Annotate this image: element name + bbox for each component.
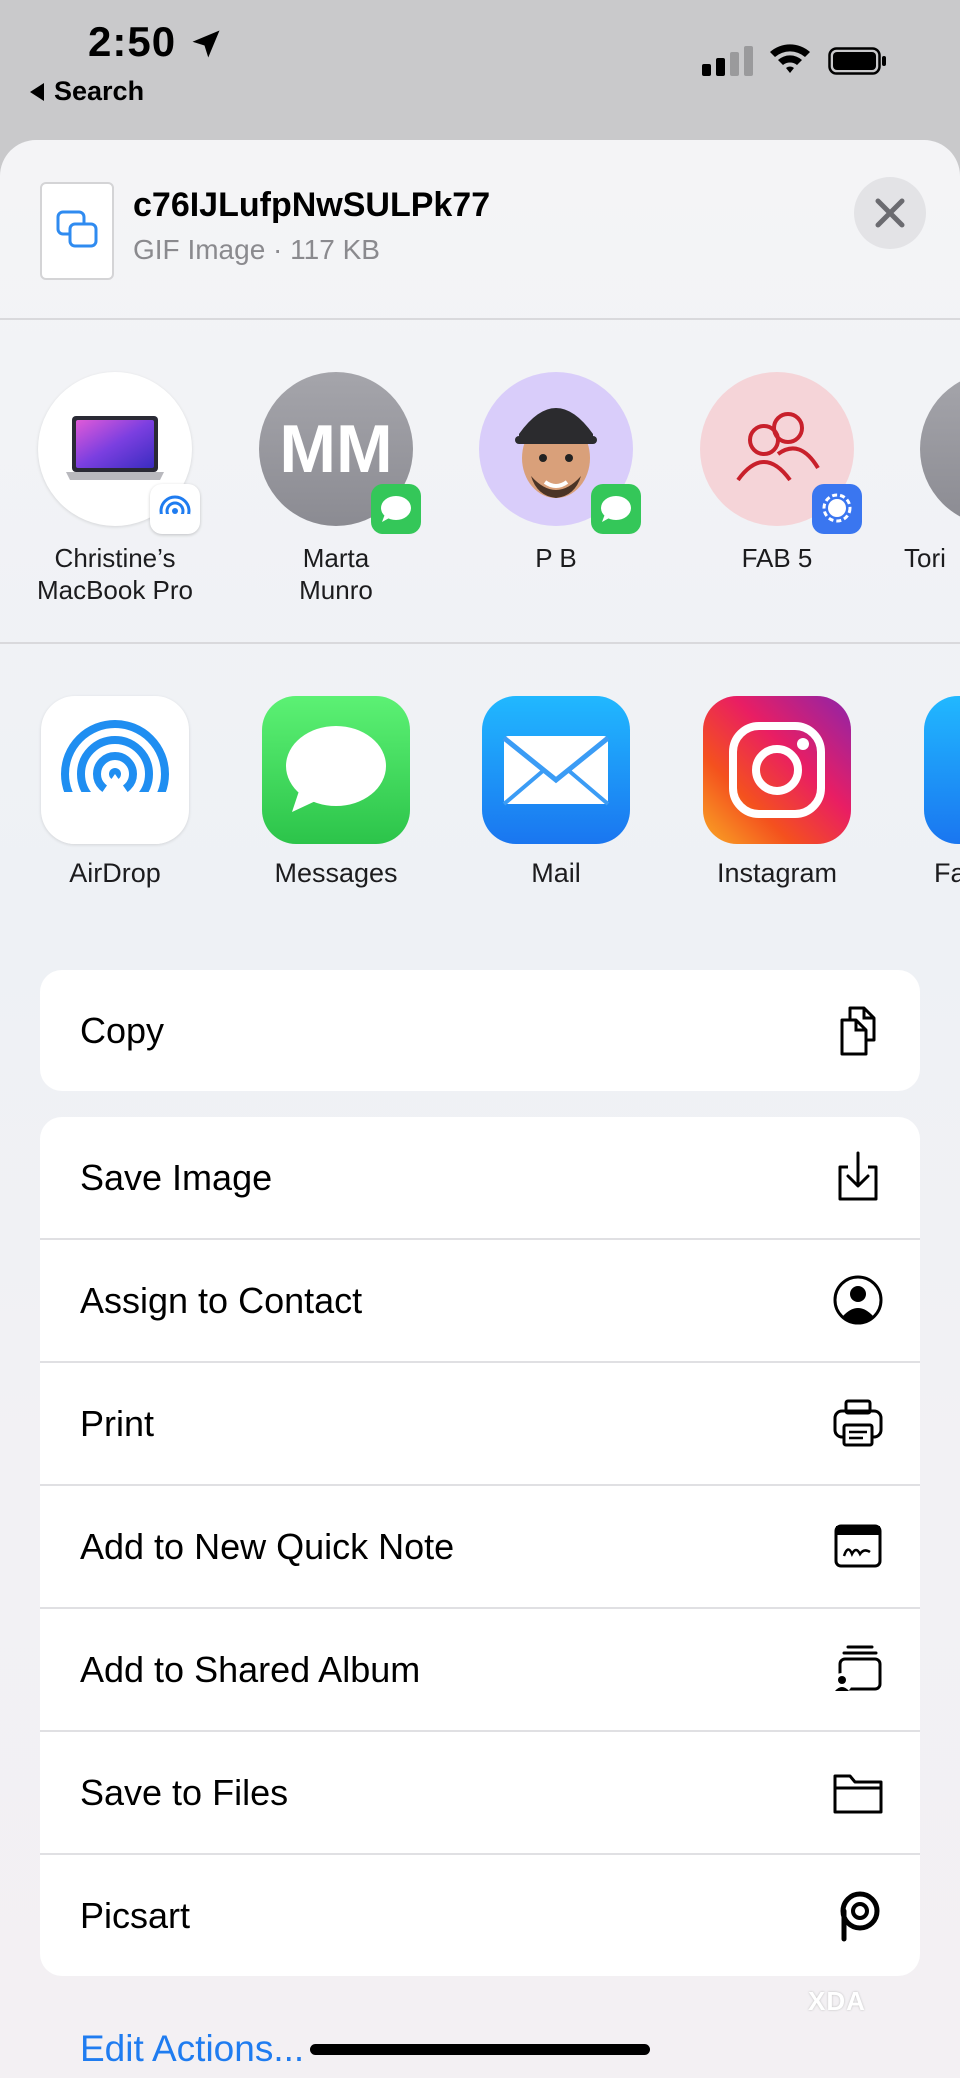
action-save-image[interactable]: Save Image (40, 1117, 920, 1240)
person-name: Tori (904, 543, 946, 573)
back-label: Search (54, 76, 145, 106)
copy-group: Copy (40, 970, 920, 1091)
app-partial[interactable]: Fa (888, 696, 960, 889)
file-name: c76IJLufpNwSULPk77 (133, 186, 491, 224)
share-sheet: c76IJLufpNwSULPk77 GIF Image · 117 KB Ch… (0, 140, 960, 2078)
marta-avatar: MM (259, 372, 421, 534)
file-thumbnail (40, 182, 114, 280)
person-name: P B (535, 543, 577, 573)
save-image-icon (838, 1151, 878, 1201)
action-copy[interactable]: Copy (40, 970, 920, 1091)
action-label: Add to New Quick Note (80, 1526, 455, 1567)
action-picsart[interactable]: Picsart (40, 1855, 920, 1976)
mail-icon (482, 696, 630, 844)
person-fab-5[interactable]: FAB 5 (667, 372, 887, 574)
action-save-to-files[interactable]: Save to Files (40, 1732, 920, 1855)
person-name: Christine’s MacBook Pro (36, 543, 194, 605)
person-marta-munro[interactable]: MM Marta Munro (226, 372, 446, 606)
location-arrow-icon (192, 30, 220, 58)
action-label: Picsart (80, 1895, 191, 1936)
gif-copies-icon (56, 210, 98, 248)
app-instagram[interactable]: Instagram (667, 696, 887, 889)
action-assign-to-contact[interactable]: Assign to Contact (40, 1240, 920, 1363)
action-label: Assign to Contact (80, 1280, 363, 1321)
app-label: Fa (934, 858, 960, 888)
macbook-avatar (38, 372, 200, 534)
tori-avatar (920, 372, 960, 526)
app-label: Instagram (716, 858, 838, 888)
action-label: Print (80, 1403, 155, 1444)
close-icon (875, 198, 905, 228)
app-label: Mail (531, 858, 581, 888)
home-indicator[interactable] (310, 2044, 650, 2055)
action-label: Add to Shared Album (80, 1649, 421, 1690)
app-airdrop[interactable]: AirDrop (5, 696, 225, 889)
app-label: Messages (274, 858, 398, 888)
clock: 2:50 (88, 18, 177, 65)
header-divider (0, 318, 960, 320)
printer-icon (833, 1399, 883, 1447)
cellular-signal-icon (702, 46, 753, 76)
instagram-icon (703, 696, 851, 844)
contact-icon (833, 1275, 883, 1325)
shared-album-icon (832, 1645, 882, 1693)
messages-badge-icon (371, 484, 421, 534)
back-triangle-icon (30, 82, 44, 101)
status-bar: 2:50 Search (0, 0, 960, 140)
airdrop-badge-icon (150, 484, 200, 534)
app-messages[interactable]: Messages (226, 696, 446, 889)
group-avatar (700, 372, 862, 534)
action-label: Save to Files (80, 1772, 289, 1813)
app-label: AirDrop (69, 858, 161, 888)
app-mail[interactable]: Mail (446, 696, 666, 889)
back-to-search-button[interactable]: Search (30, 76, 144, 107)
battery-icon (828, 47, 886, 75)
memoji-avatar (479, 372, 641, 534)
file-header: c76IJLufpNwSULPk77 GIF Image · 117 KB (0, 140, 960, 318)
edit-actions-link[interactable]: Edit Actions... (80, 2028, 304, 2070)
person-name: Marta Munro (299, 543, 373, 605)
signal-badge-icon (812, 484, 862, 534)
action-label: Save Image (80, 1157, 273, 1198)
file-meta: GIF Image · 117 KB (133, 234, 380, 265)
people-row: Christine’s MacBook Pro MM Marta Munro P… (0, 372, 960, 632)
close-button[interactable] (854, 177, 926, 249)
folder-icon (833, 1774, 883, 1814)
watermark-logo: XDA (808, 1986, 866, 2016)
people-divider (0, 642, 960, 644)
person-tori[interactable]: Tori (888, 372, 960, 574)
actions-group: Save Image Assign to Contact Print Add t… (40, 1117, 920, 1976)
quick-note-icon (834, 1524, 882, 1568)
messages-icon (262, 696, 410, 844)
wifi-icon (770, 44, 810, 73)
picsart-icon (840, 1891, 880, 1942)
person-p-b[interactable]: P B (446, 372, 666, 574)
action-add-to-quick-note[interactable]: Add to New Quick Note (40, 1486, 920, 1609)
action-print[interactable]: Print (40, 1363, 920, 1486)
person-name: FAB 5 (741, 543, 813, 573)
apps-row: AirDrop Messages Mail Instagram Fa (0, 696, 960, 896)
copy-icon (840, 1006, 876, 1056)
person-christines-macbook[interactable]: Christine’s MacBook Pro (5, 372, 225, 606)
app-partial-icon (924, 696, 960, 844)
action-add-to-shared-album[interactable]: Add to Shared Album (40, 1609, 920, 1732)
airdrop-icon (41, 696, 189, 844)
messages-badge-icon (591, 484, 641, 534)
action-label: Copy (80, 1010, 165, 1051)
